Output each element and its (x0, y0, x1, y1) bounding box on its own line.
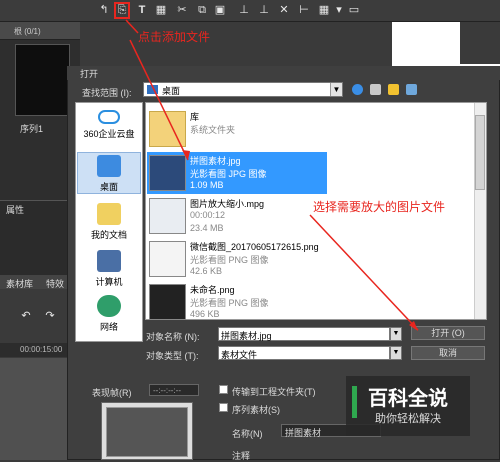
arrow-head-2 (182, 150, 190, 160)
watermark-title: 百科全说 (368, 388, 448, 410)
arrow-line-3 (309, 214, 419, 331)
watermark-subtitle: 助你轻松解决 (375, 413, 441, 425)
annotation-click-add: 点击添加文件 (138, 30, 211, 44)
arrow-line-1 (125, 19, 139, 34)
annotation-choose-image: 选择需要放大的图片文件 (313, 200, 446, 214)
arrow-line-2 (129, 39, 189, 161)
